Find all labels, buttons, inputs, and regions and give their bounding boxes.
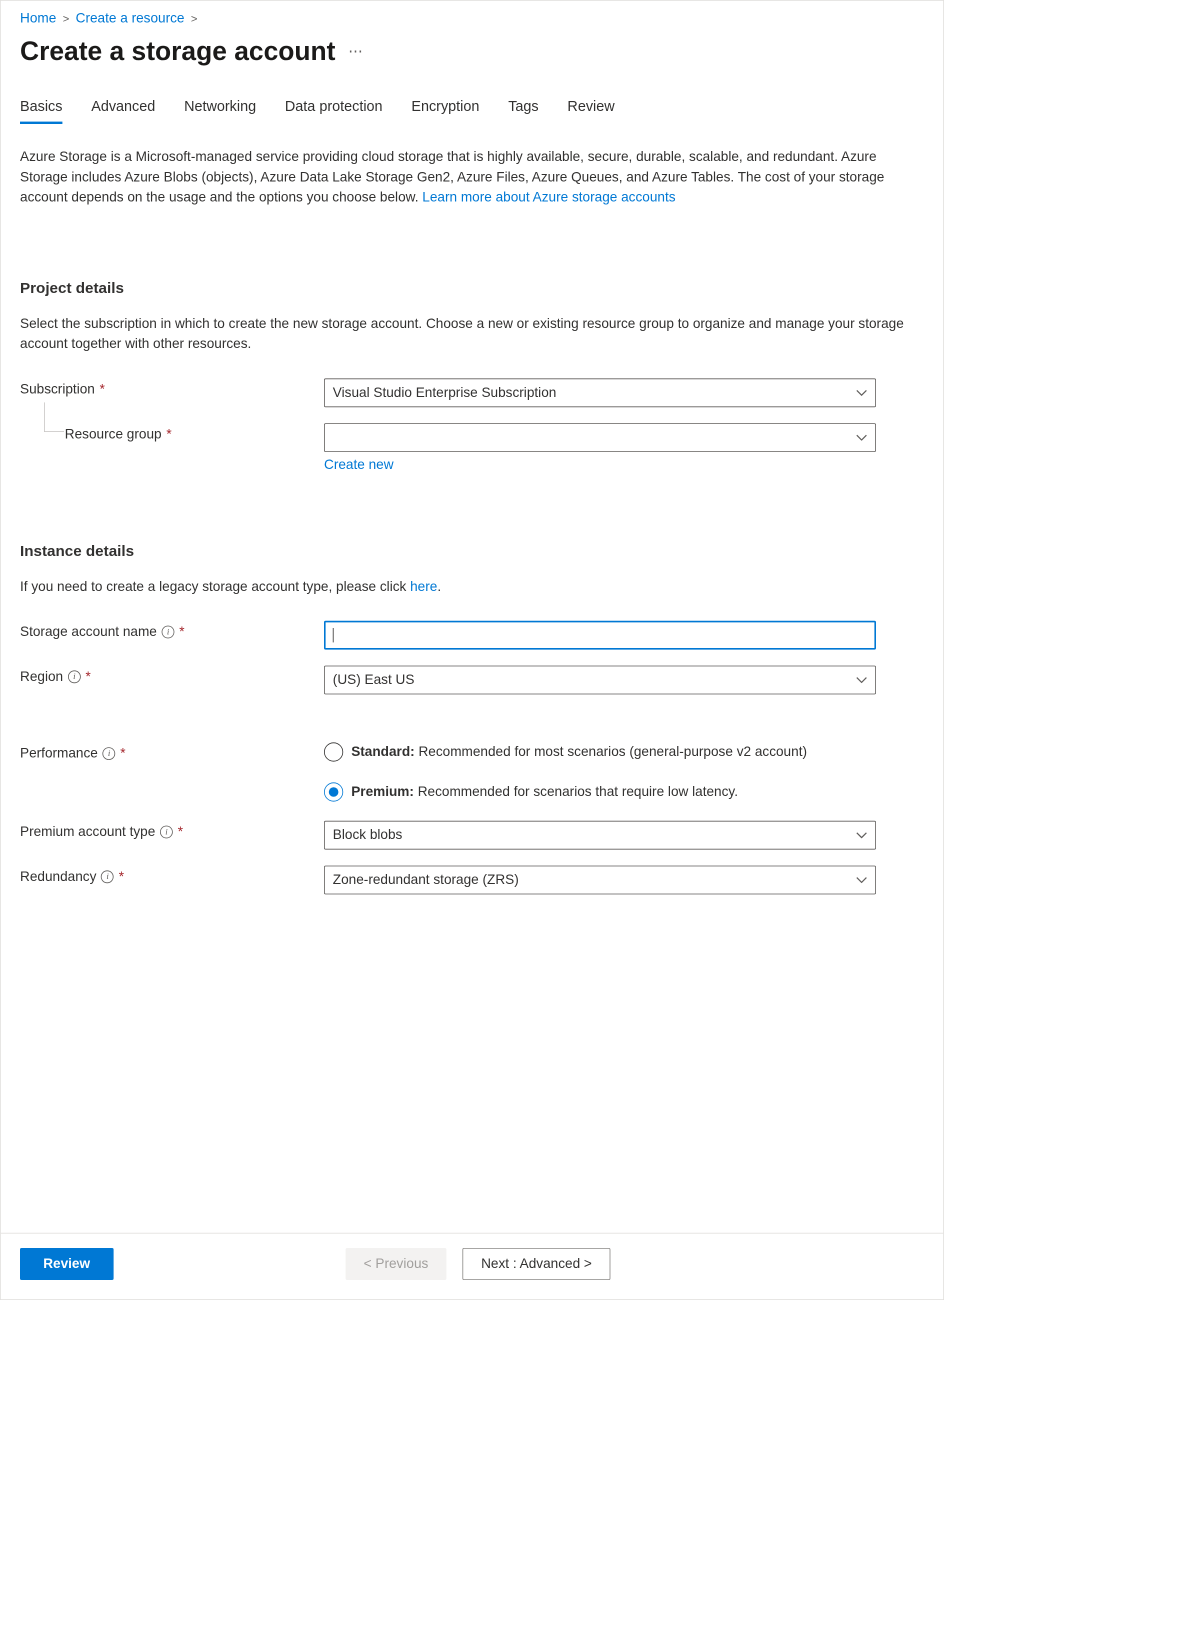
breadcrumb: Home > Create a resource > bbox=[20, 10, 924, 26]
tab-networking[interactable]: Networking bbox=[184, 98, 256, 124]
tab-advanced[interactable]: Advanced bbox=[91, 98, 155, 124]
subscription-select[interactable]: Visual Studio Enterprise Subscription bbox=[324, 378, 876, 407]
page-title: Create a storage account bbox=[20, 36, 335, 66]
performance-standard-radio[interactable] bbox=[324, 742, 343, 761]
info-icon[interactable]: i bbox=[160, 826, 173, 839]
redundancy-value: Zone-redundant storage (ZRS) bbox=[333, 872, 519, 888]
learn-more-link[interactable]: Learn more about Azure storage accounts bbox=[422, 190, 675, 205]
project-details-heading: Project details bbox=[20, 280, 924, 298]
region-select[interactable]: (US) East US bbox=[324, 666, 876, 695]
next-button[interactable]: Next : Advanced > bbox=[463, 1248, 611, 1280]
chevron-down-icon bbox=[856, 832, 867, 838]
tab-encryption[interactable]: Encryption bbox=[411, 98, 479, 124]
chevron-down-icon bbox=[856, 389, 867, 395]
subscription-value: Visual Studio Enterprise Subscription bbox=[333, 384, 557, 400]
review-button[interactable]: Review bbox=[20, 1248, 113, 1280]
required-icon: * bbox=[86, 669, 91, 685]
region-label: Region bbox=[20, 669, 63, 685]
breadcrumb-home[interactable]: Home bbox=[20, 10, 56, 26]
create-new-link[interactable]: Create new bbox=[324, 456, 394, 472]
tab-basics[interactable]: Basics bbox=[20, 98, 62, 124]
wizard-footer: Review < Previous Next : Advanced > bbox=[1, 1233, 943, 1299]
redundancy-label: Redundancy bbox=[20, 869, 96, 885]
project-details-desc: Select the subscription in which to crea… bbox=[20, 313, 908, 354]
info-icon[interactable]: i bbox=[101, 870, 114, 883]
premium-account-type-label: Premium account type bbox=[20, 824, 155, 840]
subscription-label: Subscription bbox=[20, 381, 95, 397]
previous-button: < Previous bbox=[345, 1248, 446, 1280]
performance-premium-label: Premium: Recommended for scenarios that … bbox=[351, 784, 738, 800]
redundancy-select[interactable]: Zone-redundant storage (ZRS) bbox=[324, 866, 876, 895]
breadcrumb-create-resource[interactable]: Create a resource bbox=[76, 10, 185, 26]
performance-label: Performance bbox=[20, 746, 98, 762]
instance-desc-suffix: . bbox=[437, 579, 441, 594]
required-icon: * bbox=[179, 624, 184, 640]
required-icon: * bbox=[166, 426, 171, 442]
premium-account-type-value: Block blobs bbox=[333, 827, 403, 843]
instance-details-heading: Instance details bbox=[20, 543, 924, 561]
storage-account-name-input[interactable] bbox=[324, 621, 876, 650]
resource-group-label: Resource group bbox=[65, 426, 162, 442]
instance-desc-prefix: If you need to create a legacy storage a… bbox=[20, 579, 410, 594]
storage-account-name-label: Storage account name bbox=[20, 624, 157, 640]
performance-premium-radio[interactable] bbox=[324, 782, 343, 801]
chevron-down-icon bbox=[856, 434, 867, 440]
required-icon: * bbox=[178, 824, 183, 840]
legacy-here-link[interactable]: here bbox=[410, 579, 437, 594]
required-icon: * bbox=[100, 381, 105, 397]
premium-account-type-select[interactable]: Block blobs bbox=[324, 821, 876, 850]
chevron-right-icon: > bbox=[191, 12, 198, 25]
chevron-down-icon bbox=[856, 677, 867, 683]
instance-details-desc: If you need to create a legacy storage a… bbox=[20, 576, 908, 596]
resource-group-select[interactable] bbox=[324, 423, 876, 452]
tab-data-protection[interactable]: Data protection bbox=[285, 98, 383, 124]
chevron-down-icon bbox=[856, 877, 867, 883]
required-icon: * bbox=[120, 746, 125, 762]
info-icon[interactable]: i bbox=[68, 670, 81, 683]
required-icon: * bbox=[119, 869, 124, 885]
more-icon[interactable]: ⋯ bbox=[348, 43, 363, 60]
info-icon[interactable]: i bbox=[103, 747, 116, 760]
chevron-right-icon: > bbox=[63, 12, 70, 25]
tab-tags[interactable]: Tags bbox=[508, 98, 538, 124]
tab-review[interactable]: Review bbox=[567, 98, 614, 124]
performance-standard-label: Standard: Recommended for most scenarios… bbox=[351, 744, 807, 760]
intro-text: Azure Storage is a Microsoft-managed ser… bbox=[20, 146, 908, 207]
tabs: Basics Advanced Networking Data protecti… bbox=[20, 98, 924, 124]
info-icon[interactable]: i bbox=[162, 626, 175, 639]
region-value: (US) East US bbox=[333, 672, 415, 688]
